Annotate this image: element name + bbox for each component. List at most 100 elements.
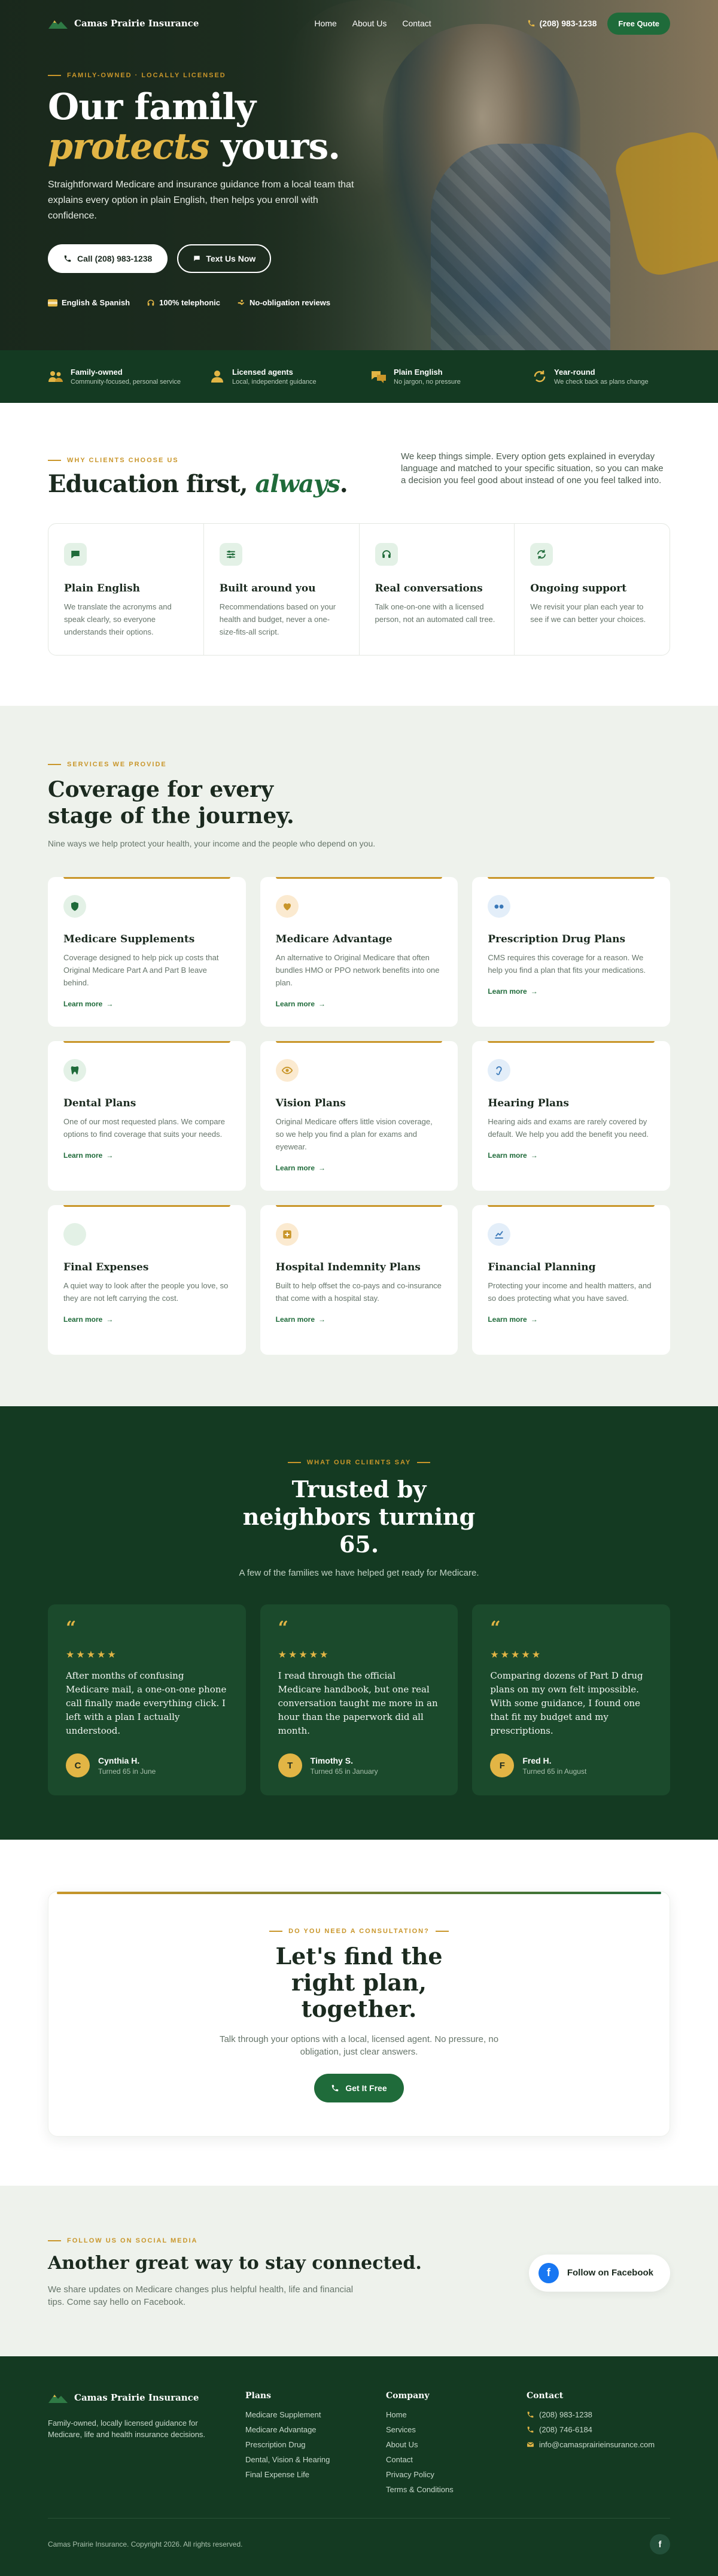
service-text: CMS requires this coverage for a reason.… [488,953,646,975]
footer-plan-link[interactable]: Medicare Advantage [245,2425,386,2434]
edu-card-title: Built around you [219,582,316,594]
learn-more-link[interactable]: Learn more → [63,1151,230,1160]
eye-icon [275,1059,299,1082]
learn-more-label: Learn more [63,1151,103,1160]
footer-company-link[interactable]: About Us [386,2440,527,2449]
heart-icon [275,895,299,918]
mountain-logo-icon [48,2395,68,2403]
consultation-title: Let's find the right plan, together. [275,1943,443,2022]
footer-plan-link[interactable]: Dental, Vision & Hearing [245,2455,386,2464]
footer-contact: Contact (208) 983-1238 (208) 746-6184 in… [527,2391,667,2494]
social-text: We share updates on Medicare changes plu… [48,2284,354,2307]
avatar: T [278,1753,302,1777]
learn-more-label: Learn more [488,1151,527,1160]
testimonial-quote: I read through the official Medicare han… [278,1670,438,1736]
free-quote-button[interactable]: Free Quote [607,12,670,35]
author-name: Timothy S. [310,1755,353,1765]
education-title: Education first, always. [48,470,348,498]
learn-more-link[interactable]: Learn more → [488,1151,655,1160]
ear-icon [488,1059,511,1082]
service-title: Final Expenses [63,1261,149,1273]
consultation-section: Do you need a consultation? Let's find t… [0,1840,718,2186]
text-us-button[interactable]: Text Us Now [177,244,272,273]
headset-icon [147,299,154,306]
badge-reviews: No-obligation reviews [237,298,330,307]
consultation-text: Talk through your options with a local, … [219,2034,499,2057]
refresh-icon [534,371,546,383]
badge-language: English & Spanish [48,298,130,307]
footer-email-text: info@camasprairieinsurance.com [539,2440,655,2449]
footer-company-link[interactable]: Terms & Conditions [386,2485,527,2494]
arrow-right-icon: → [318,1164,326,1172]
hero-section: Camas Prairie Insurance Home About Us Co… [0,0,718,350]
learn-more-link[interactable]: Learn more → [276,1164,443,1172]
footer-plan-link[interactable]: Medicare Supplement [245,2410,386,2419]
call-button[interactable]: Call (208) 983-1238 [48,244,168,273]
learn-more-link[interactable]: Learn more → [63,1315,230,1324]
footer-company-link[interactable]: Contact [386,2455,527,2464]
footer-plan-link[interactable]: Final Expense Life [245,2470,386,2479]
service-title: Hearing Plans [488,1097,569,1109]
get-it-free-button[interactable]: Get It Free [314,2074,404,2102]
footer-company-link[interactable]: Privacy Policy [386,2470,527,2479]
footer-phone-2[interactable]: (208) 746-6184 [527,2425,667,2434]
nav-about-link[interactable]: About Us [352,19,387,28]
footer-company-link[interactable]: Services [386,2425,527,2434]
hero-title-rest: yours. [209,126,340,168]
testimonial-quote: Comparing dozens of Part D drug plans on… [490,1670,643,1736]
service-card: Hearing Plans Hearing aids and exams are … [472,1041,670,1191]
testimonials-grid: “ ★★★★★ After months of confusing Medicare… [48,1604,670,1795]
learn-more-link[interactable]: Learn more → [488,987,655,996]
trust-family-owned: Family-owned Community-focused, personal … [48,368,185,386]
avatar: F [490,1753,515,1777]
hero-title-emphasis: protects [48,126,209,168]
social-eyebrow: Follow us on social media [48,2237,422,2244]
learn-more-label: Learn more [63,1315,103,1324]
trust-bar: Family-owned Community-focused, personal … [0,350,718,403]
hero-ctas: Call (208) 983-1238 Text Us Now [48,244,383,273]
service-card: Dental Plans One of our most requested pl… [48,1041,246,1191]
pills-icon [488,895,511,918]
service-text: A quiet way to look after the people you… [63,1281,229,1303]
brand-logo[interactable]: Camas Prairie Insurance [48,17,199,30]
testimonials-section: What our clients say Trusted by neighbor… [0,1406,718,1840]
education-title-end: . [339,470,348,498]
chat-icon [64,543,87,566]
follow-facebook-button[interactable]: f Follow on Facebook [528,2254,670,2292]
edu-card-text: Talk one-on-one with a licensed person, … [375,602,495,624]
footer-plans-title: Plans [245,2391,271,2401]
learn-more-label: Learn more [488,1315,527,1324]
testimonials-title: Trusted by neighbors turning 65. [242,1476,476,1558]
learn-more-link[interactable]: Learn more → [488,1315,655,1324]
arrow-right-icon: → [318,1000,326,1008]
services-grid: Medicare Supplements Coverage designed to… [48,877,670,1355]
star-rating: ★★★★★ [278,1650,330,1660]
trust-year-round: Year-round We check back as plans change [533,368,670,386]
edu-card-title: Ongoing support [530,582,627,594]
agent-icon [211,371,223,383]
learn-more-label: Learn more [63,1000,103,1008]
footer-email[interactable]: info@camasprairieinsurance.com [527,2440,667,2449]
learn-more-link[interactable]: Learn more → [276,1315,443,1324]
nav-contact-link[interactable]: Contact [402,19,431,28]
learn-more-link[interactable]: Learn more → [63,1000,230,1008]
mountain-logo-icon [48,20,68,29]
nav-phone-link[interactable]: (208) 983-1238 [527,19,597,28]
trust-title: Plain English [394,368,443,377]
service-card: Final Expenses A quiet way to look after … [48,1205,246,1355]
footer-facebook-icon[interactable]: f [650,2534,670,2554]
footer-logo[interactable]: Camas Prairie Insurance [48,2391,245,2404]
testimonials-subtitle: A few of the families we have helped get… [239,1568,479,1578]
footer-company-link[interactable]: Home [386,2410,527,2419]
footer-plan-link[interactable]: Prescription Drug [245,2440,386,2449]
services-title: Coverage for every stage of the journey. [48,777,294,829]
learn-more-link[interactable]: Learn more → [276,1000,443,1008]
hero-lead: Straightforward Medicare and insurance g… [48,180,354,221]
nav-home-link[interactable]: Home [314,19,336,28]
footer-phone-1[interactable]: (208) 983-1238 [527,2410,667,2419]
education-section: Why clients choose us Education first, a… [0,403,718,706]
arrow-right-icon: → [530,1315,538,1324]
edu-card-built-around-you: Built around you Recommendations based o… [204,524,360,655]
sliders-icon [219,543,242,566]
service-card: Prescription Drug Plans CMS requires this… [472,877,670,1027]
